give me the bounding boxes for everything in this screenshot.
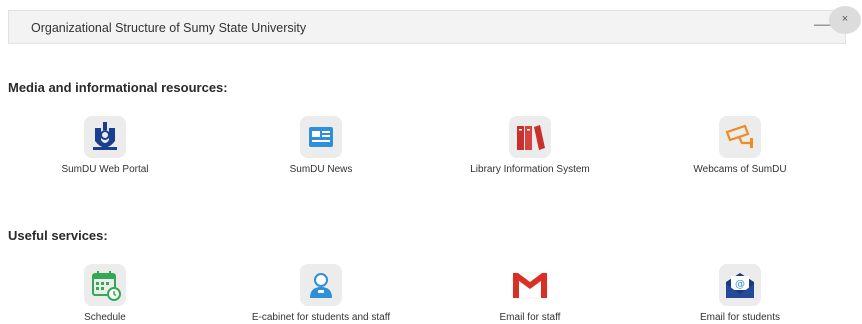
- close-button[interactable]: ×: [829, 6, 861, 34]
- tile-web-portal[interactable]: SumDU Web Portal: [5, 116, 205, 175]
- calendar-clock-icon: [84, 264, 126, 306]
- tile-label: SumDU Web Portal: [61, 164, 149, 175]
- gmail-icon: [509, 264, 551, 306]
- svg-text:@: @: [735, 279, 745, 290]
- tile-label: Schedule: [84, 312, 126, 323]
- newspaper-icon: [300, 116, 342, 158]
- envelope-at-icon: @: [719, 264, 761, 306]
- sumdu-logo-icon: [84, 116, 126, 158]
- tile-schedule[interactable]: Schedule: [5, 264, 205, 323]
- tile-library[interactable]: Library Information System: [430, 116, 630, 175]
- tile-ecabinet[interactable]: E-cabinet for students and staff: [221, 264, 421, 323]
- tile-label: SumDU News: [289, 164, 353, 175]
- tile-label: Library Information System: [470, 164, 590, 175]
- media-section-title: Media and informational resources:: [8, 80, 228, 95]
- tile-label: Email for staff: [499, 312, 561, 323]
- tile-webcams[interactable]: Webcams of SumDU: [640, 116, 840, 175]
- user-icon: [300, 264, 342, 306]
- tile-news[interactable]: SumDU News: [221, 116, 421, 175]
- page-title: Organizational Structure of Sumy State U…: [31, 21, 307, 35]
- security-camera-icon: [719, 116, 761, 158]
- tile-label: Webcams of SumDU: [693, 164, 787, 175]
- header-bar: Organizational Structure of Sumy State U…: [8, 10, 846, 44]
- tile-email-students[interactable]: @ Email for students: [640, 264, 840, 323]
- tile-label: Email for students: [699, 312, 781, 323]
- tile-label: E-cabinet for students and staff: [251, 312, 391, 323]
- tile-email-staff[interactable]: Email for staff: [430, 264, 630, 323]
- books-icon: [509, 116, 551, 158]
- services-section-title: Useful services:: [8, 228, 108, 243]
